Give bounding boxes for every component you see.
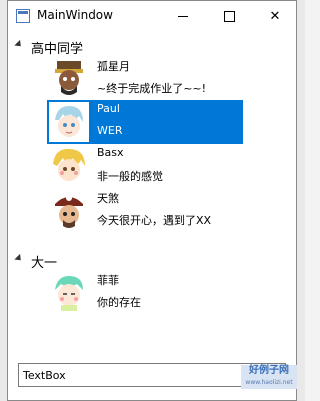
minimize-button[interactable] (160, 1, 206, 32)
friend-message: WER (97, 124, 123, 137)
close-icon: ✕ (269, 9, 281, 24)
friend-item[interactable]: 菲菲 你的存在 (47, 270, 243, 314)
watermark-url: www.haolizi.net (245, 379, 293, 386)
title-bar[interactable]: MainWindow ✕ (8, 1, 296, 32)
friend-avatar (55, 276, 83, 311)
friend-name: 孤星月 (97, 60, 130, 73)
site-watermark-logo: 好例子网 www.haolizi.net (241, 365, 297, 389)
friend-item[interactable]: 天煞 今天很开心，遇到了XX (47, 188, 243, 232)
friend-avatar (55, 195, 83, 228)
expand-arrow-icon[interactable] (14, 253, 24, 264)
group-header-freshman[interactable]: 大一 (9, 250, 295, 271)
friend-message: 非一般的感觉 (97, 170, 163, 183)
friend-message: 今天很开心，遇到了XX (97, 214, 212, 227)
friend-name: 菲菲 (97, 274, 119, 287)
window-app-icon (16, 9, 30, 23)
friend-message: ~终于完成作业了~~! (97, 82, 207, 95)
friend-item[interactable]: Basx 非一般的感觉 (47, 144, 243, 188)
friend-tree[interactable]: 高中同学 孤星月 ~终于完成作业了~~! Paul WER Basx 非一般的感… (9, 32, 295, 342)
group-label: 大一 (31, 256, 58, 271)
friend-message: 你的存在 (97, 296, 141, 309)
group-label: 高中同学 (31, 42, 84, 57)
maximize-button[interactable] (206, 1, 252, 32)
friend-avatar (49, 102, 89, 142)
window-title: MainWindow (37, 8, 113, 22)
close-button[interactable]: ✕ (252, 1, 298, 32)
group-header-highschool[interactable]: 高中同学 (9, 36, 295, 57)
expand-arrow-icon[interactable] (14, 39, 24, 50)
main-window: MainWindow ✕ 高中同学 孤星月 ~终于完成作业了~~! Paul W… (7, 0, 297, 401)
background-right-strip (297, 0, 305, 401)
friend-item[interactable]: 孤星月 ~终于完成作业了~~! (47, 56, 243, 100)
friend-name: 天煞 (97, 192, 119, 205)
friend-item-selected[interactable]: Paul WER (47, 100, 243, 144)
friend-avatar (55, 61, 83, 95)
friend-name: Paul (97, 102, 120, 115)
watermark-title: 好例子网 (249, 365, 289, 376)
minimize-icon (178, 16, 188, 17)
maximize-icon (223, 11, 235, 22)
friend-name: Basx (97, 146, 124, 159)
friend-avatar (53, 148, 85, 181)
